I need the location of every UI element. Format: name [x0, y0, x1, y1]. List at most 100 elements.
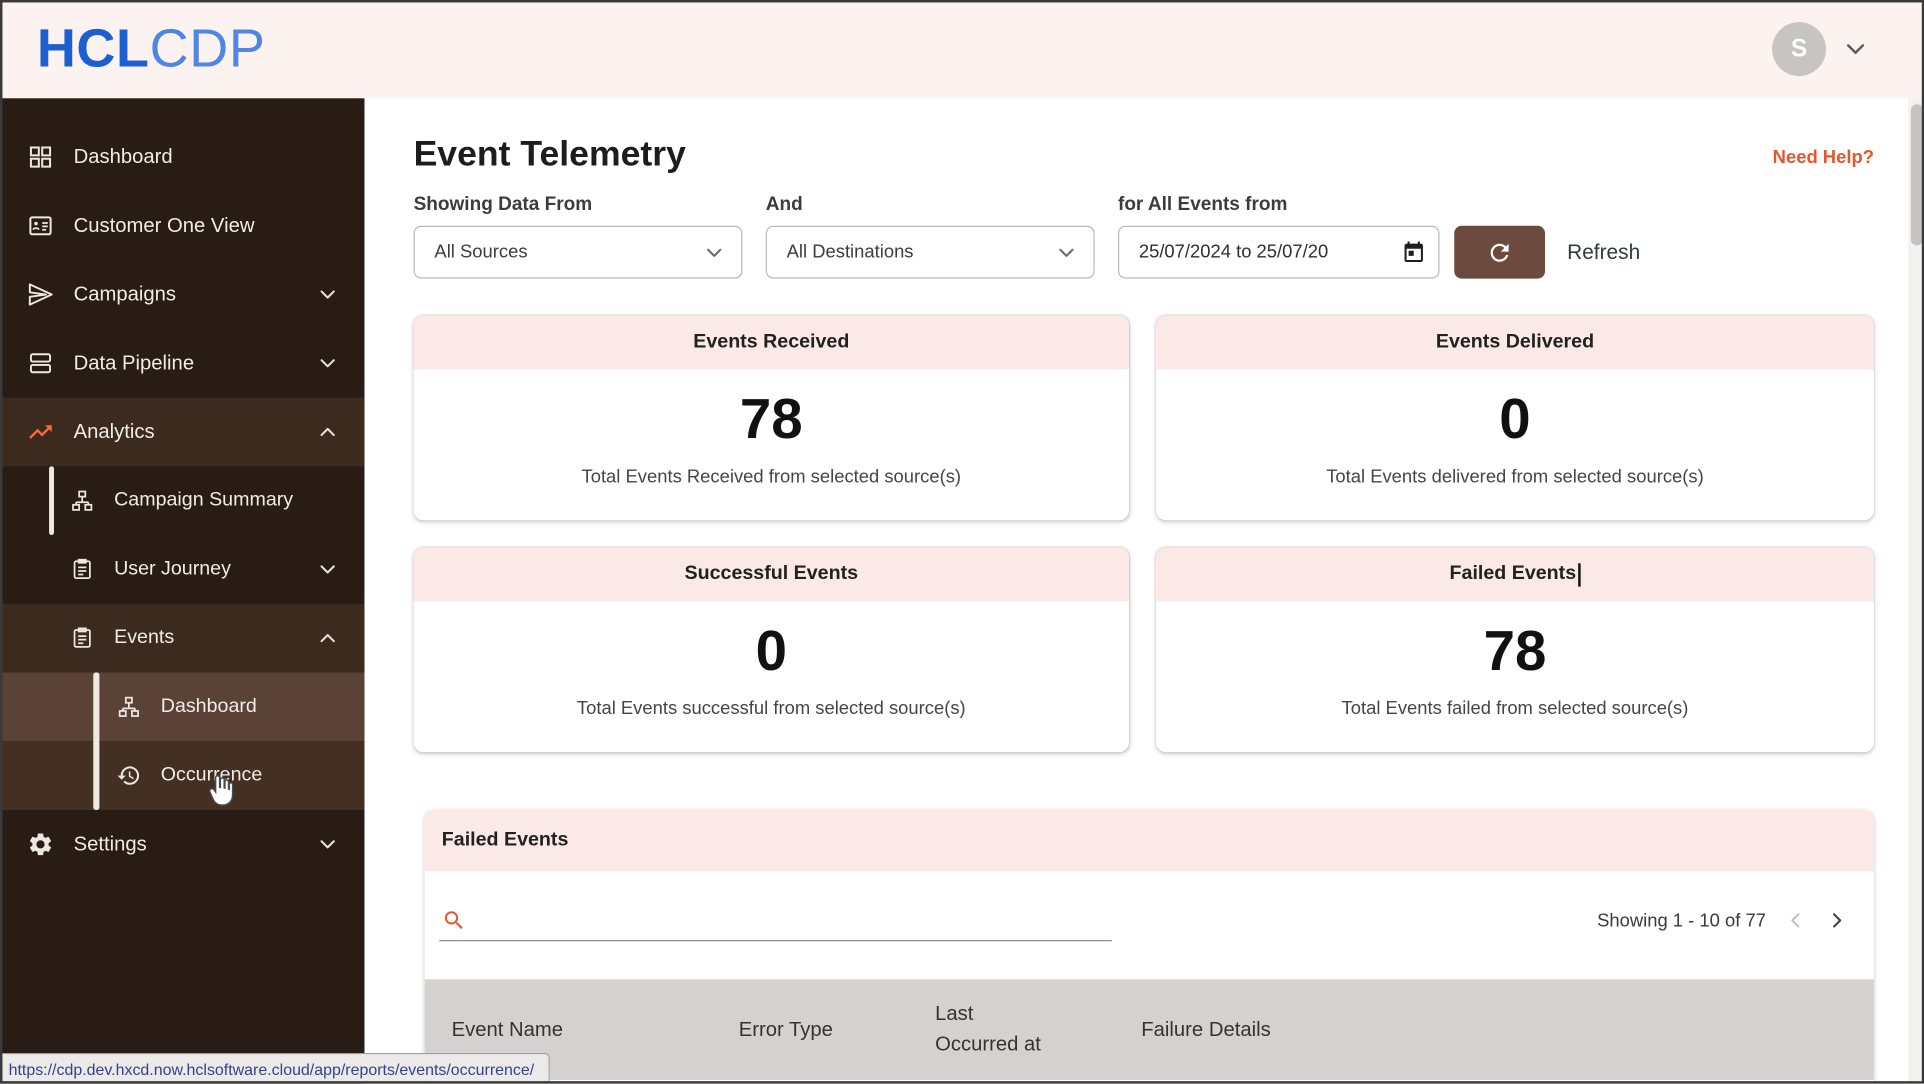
sidebar-item-campaigns[interactable]: Campaigns [0, 260, 364, 329]
sidebar-item-dashboard[interactable]: Dashboard [0, 123, 364, 192]
logo-hcl-text: HCL [36, 18, 150, 79]
stat-card-title: Events Received [413, 315, 1130, 370]
page-title: Event Telemetry [413, 134, 686, 175]
chevron-down-icon [1059, 248, 1074, 257]
column-header-last-occurred-at: Last Occurred at [935, 1002, 1041, 1056]
campaign-summary-sitemap-icon [72, 490, 93, 511]
sidebar-item-campaign-summary[interactable]: Campaign Summary [0, 466, 364, 535]
sidebar-nav: Dashboard Customer One View Campaigns Da… [0, 98, 365, 1084]
date-filter-label: for All Events from [1117, 193, 1288, 215]
dashboard-icon [29, 146, 52, 168]
calendar-icon[interactable] [1401, 240, 1426, 265]
events-dashboard-sitemap-icon [118, 696, 139, 717]
submenu-indent-guide [93, 672, 100, 810]
customer-one-view-icon [29, 216, 52, 236]
stat-card-title-text: Failed Events [1449, 563, 1577, 585]
sidebar-item-label: Customer One View [73, 214, 255, 237]
stat-card-successful-events: Successful Events 0 Total Events success… [413, 547, 1130, 753]
sidebar-item-events-dashboard[interactable]: Dashboard [0, 672, 365, 742]
sidebar-item-label: Settings [73, 832, 147, 855]
stat-card-events-received: Events Received 78 Total Events Received… [413, 315, 1130, 521]
sidebar-item-label: Analytics [73, 420, 155, 443]
table-search-field[interactable] [439, 900, 1112, 941]
sidebar-item-label: User Journey [114, 558, 231, 580]
sidebar-item-label: Dashboard [73, 145, 173, 168]
date-range-input[interactable]: 25/07/2024 to 25/07/20 [1117, 225, 1440, 279]
sources-filter-label: Showing Data From [413, 193, 593, 215]
refresh-label: Refresh [1567, 239, 1641, 264]
chevron-left-icon[interactable] [1783, 908, 1808, 933]
user-journey-list-icon [73, 558, 91, 579]
sidebar-item-user-journey[interactable]: User Journey [0, 535, 364, 604]
vertical-scrollbar [1908, 98, 1924, 1084]
destinations-select-value: All Destinations [786, 241, 914, 263]
filter-bar: Showing Data From All Sources And All De… [413, 193, 1874, 279]
sidebar-item-label: Dashboard [160, 695, 257, 717]
app-window: HCLCDP S Dashboard Customer One View Cam… [0, 0, 1924, 1084]
stat-card-caption: Total Events successful from selected so… [576, 698, 966, 720]
chevron-down-icon [320, 359, 335, 368]
chevron-up-icon [320, 634, 335, 643]
top-header: HCLCDP S [0, 0, 1924, 99]
stat-cards-grid: Events Received 78 Total Events Received… [413, 315, 1874, 753]
refresh-button[interactable] [1454, 225, 1546, 279]
stat-card-value: 78 [739, 386, 803, 451]
sidebar-item-data-pipeline[interactable]: Data Pipeline [0, 329, 364, 398]
chevron-down-icon [320, 290, 335, 299]
main-content: Event Telemetry Need Help? Showing Data … [364, 98, 1924, 1084]
table-header-row: Event Name Error Type Last Occurred at F… [424, 979, 1874, 1080]
stat-card-value: 78 [1483, 618, 1547, 683]
failed-events-table-title: Failed Events [424, 809, 1874, 872]
stat-card-caption: Total Events Received from selected sour… [581, 466, 962, 488]
stat-card-caption: Total Events delivered from selected sou… [1326, 466, 1704, 488]
stat-card-title: Failed Events [1156, 547, 1874, 602]
logo-cdp-text: CDP [149, 18, 266, 79]
chevron-down-icon[interactable] [1841, 34, 1870, 63]
sidebar-item-label: Data Pipeline [73, 351, 195, 374]
campaigns-rocket-icon [28, 283, 53, 306]
stat-card-title: Events Delivered [1156, 315, 1874, 370]
scrollbar-thumb[interactable] [1910, 104, 1923, 246]
user-menu[interactable]: S [1772, 22, 1870, 77]
search-icon [444, 910, 463, 929]
stat-card-title: Successful Events [413, 547, 1130, 602]
date-range-value: 25/07/2024 to 25/07/20 [1138, 241, 1329, 263]
pagination-status: Showing 1 - 10 of 77 [1597, 909, 1766, 931]
stat-card-events-delivered: Events Delivered 0 Total Events delivere… [1156, 315, 1874, 521]
table-search-input[interactable] [476, 909, 1110, 931]
submenu-indent-guide [49, 466, 54, 536]
stat-card-caption: Total Events failed from selected source… [1341, 698, 1689, 720]
occurrence-history-icon [117, 766, 140, 785]
column-header-error-type: Error Type [738, 1017, 833, 1041]
stat-card-failed-events: Failed Events 78 Total Events failed fro… [1156, 547, 1874, 753]
chevron-down-icon [320, 840, 335, 849]
need-help-link[interactable]: Need Help? [1773, 147, 1874, 168]
chevron-down-icon [320, 565, 335, 574]
chevron-down-icon [707, 248, 722, 257]
chevron-right-icon[interactable] [1825, 908, 1850, 933]
stat-card-value: 0 [755, 618, 787, 683]
sidebar-item-customer-one-view[interactable]: Customer One View [0, 191, 364, 260]
text-cursor-caret [1578, 562, 1581, 586]
sidebar-item-events[interactable]: Events [0, 603, 365, 673]
sidebar-item-label: Events [114, 627, 175, 648]
analytics-trending-icon [29, 425, 52, 439]
sidebar-item-analytics[interactable]: Analytics [0, 397, 365, 467]
avatar[interactable]: S [1772, 22, 1827, 77]
sidebar-item-settings[interactable]: Settings [0, 810, 364, 879]
sources-select[interactable]: All Sources [413, 225, 743, 279]
column-header-failure-details: Failure Details [1141, 1017, 1271, 1041]
failed-events-table-card: Failed Events Showing 1 - 10 of 77 Event… [424, 809, 1874, 1084]
sidebar-item-occurrence[interactable]: Occurrence [0, 741, 365, 810]
stat-card-value: 0 [1499, 386, 1531, 451]
sources-select-value: All Sources [434, 241, 528, 263]
link-preview-status-bar: https://cdp.dev.hxcd.now.hclsoftware.clo… [0, 1052, 551, 1084]
data-pipeline-icon [29, 353, 52, 374]
events-list-icon [73, 627, 91, 648]
column-header-event-name: Event Name [451, 1017, 564, 1041]
destinations-filter-label: And [765, 193, 803, 215]
sidebar-item-label: Occurrence [160, 764, 263, 786]
settings-gear-icon [29, 833, 52, 856]
destinations-select[interactable]: All Destinations [765, 225, 1095, 279]
table-pagination: Showing 1 - 10 of 77 [1597, 908, 1849, 933]
